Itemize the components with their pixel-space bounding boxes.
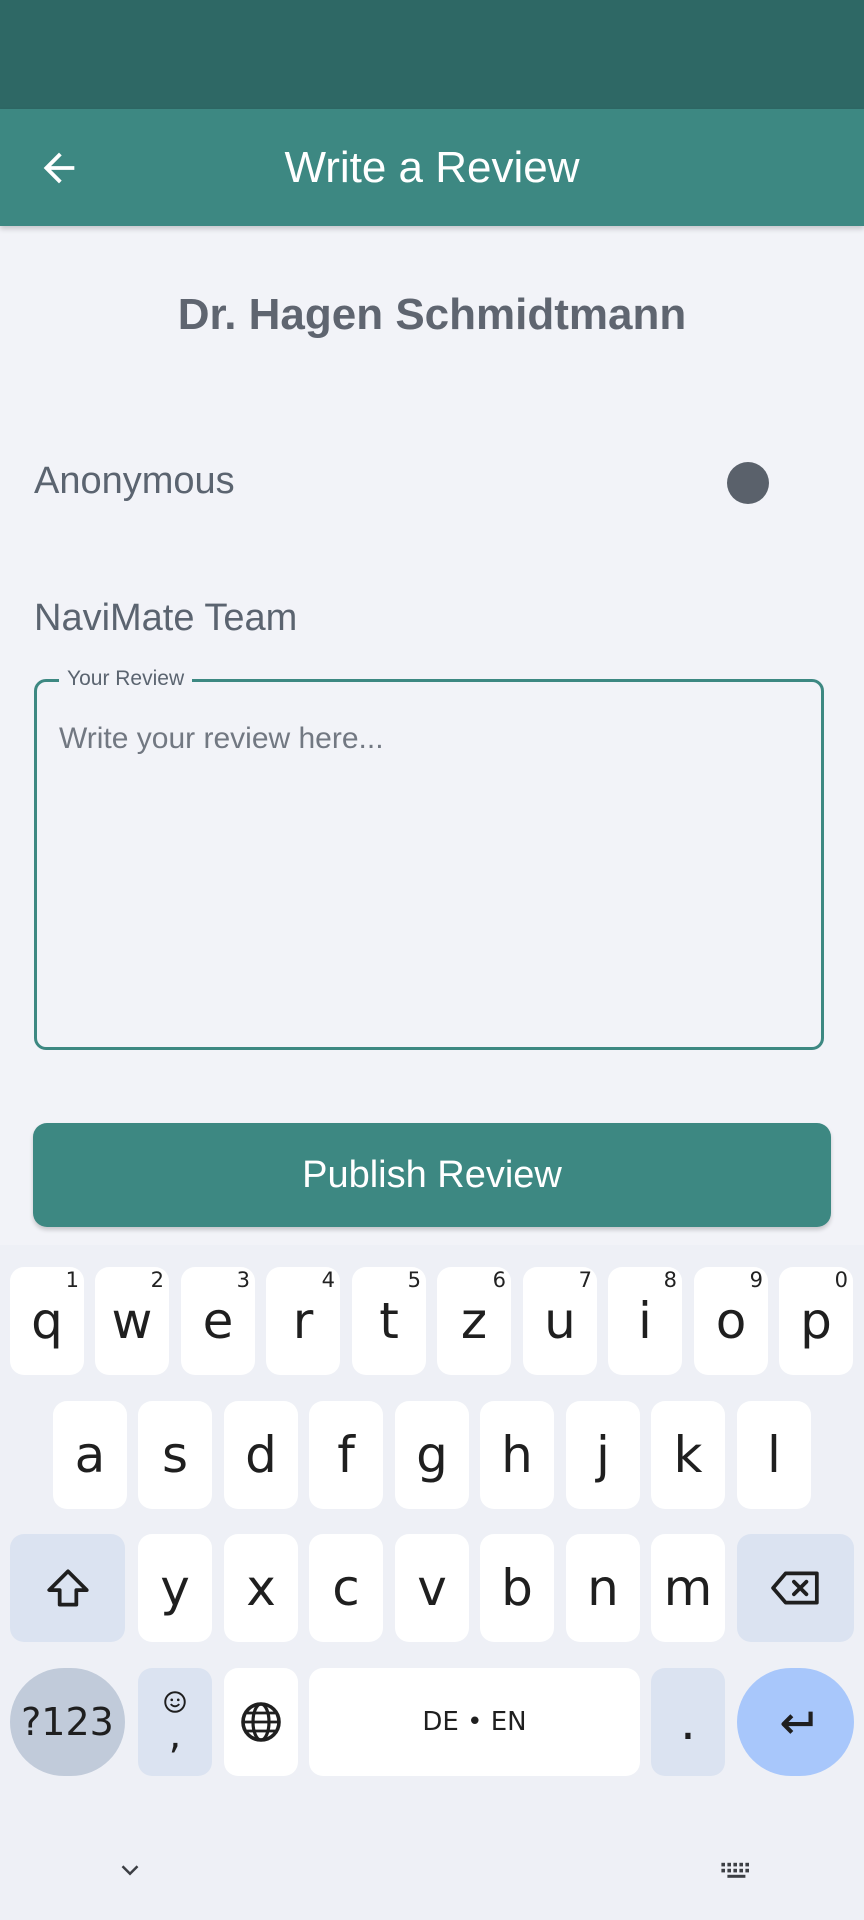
period-key[interactable]: .: [651, 1668, 725, 1776]
key-j[interactable]: j: [566, 1401, 640, 1509]
comma-label: ,: [168, 1712, 182, 1758]
key-hint: 2: [150, 1268, 164, 1292]
chevron-down-icon: [121, 1865, 139, 1876]
key-hint: 6: [492, 1268, 506, 1292]
key-y[interactable]: y: [138, 1534, 212, 1642]
toggle-thumb: [727, 462, 769, 504]
key-label: e: [202, 1292, 234, 1350]
key-f[interactable]: f: [309, 1401, 383, 1509]
key-c[interactable]: c: [309, 1534, 383, 1642]
key-n[interactable]: n: [566, 1534, 640, 1642]
symbols-key[interactable]: ?123: [10, 1668, 125, 1776]
page-title: Write a Review: [284, 143, 580, 192]
globe-icon: [241, 1702, 281, 1742]
hide-keyboard-button[interactable]: [105, 1845, 155, 1895]
backspace-key[interactable]: [737, 1534, 854, 1642]
key-k[interactable]: k: [651, 1401, 725, 1509]
key-hint: 8: [663, 1268, 677, 1292]
key-u[interactable]: u7: [523, 1267, 597, 1375]
review-placeholder: Write your review here...: [59, 722, 384, 755]
keyboard-switch-button[interactable]: [712, 1845, 762, 1895]
emoji-comma-key[interactable]: ,: [138, 1668, 212, 1776]
language-key[interactable]: [224, 1668, 298, 1776]
key-label: z: [460, 1292, 488, 1350]
key-o[interactable]: o9: [694, 1267, 768, 1375]
key-p[interactable]: p0: [779, 1267, 853, 1375]
shift-key[interactable]: [10, 1534, 125, 1642]
key-hint: 9: [749, 1268, 763, 1292]
publish-review-button[interactable]: Publish Review: [33, 1123, 831, 1227]
review-field-label: Your Review: [59, 667, 193, 691]
team-label: NaviMate Team: [34, 597, 298, 639]
key-hint: 5: [407, 1268, 421, 1292]
key-label: w: [111, 1292, 153, 1350]
key-r[interactable]: r4: [266, 1267, 340, 1375]
key-z[interactable]: z6: [437, 1267, 511, 1375]
key-d[interactable]: d: [224, 1401, 298, 1509]
app-bar: Write a Review: [0, 109, 864, 226]
space-key[interactable]: DE • EN: [309, 1668, 640, 1776]
key-g[interactable]: g: [395, 1401, 469, 1509]
key-l[interactable]: l: [737, 1401, 811, 1509]
key-i[interactable]: i8: [608, 1267, 682, 1375]
key-label: o: [715, 1292, 747, 1350]
key-label: p: [800, 1292, 832, 1350]
key-label: i: [638, 1292, 652, 1350]
key-s[interactable]: s: [138, 1401, 212, 1509]
key-m[interactable]: m: [651, 1534, 725, 1642]
key-label: u: [544, 1292, 576, 1350]
key-label: r: [292, 1292, 314, 1350]
key-h[interactable]: h: [480, 1401, 554, 1509]
key-hint: 4: [321, 1268, 335, 1292]
key-hint: 3: [236, 1268, 250, 1292]
key-hint: 0: [834, 1268, 848, 1292]
enter-key[interactable]: [737, 1668, 854, 1776]
status-bar: [0, 0, 864, 109]
anonymous-toggle[interactable]: [718, 454, 780, 510]
key-label: t: [379, 1292, 399, 1350]
arrow-left-icon: [43, 152, 75, 184]
enter-icon: [780, 1711, 813, 1734]
key-w[interactable]: w2: [95, 1267, 169, 1375]
review-textarea[interactable]: Your Review Write your review here...: [34, 667, 824, 1050]
key-hint: 1: [65, 1268, 79, 1292]
back-button[interactable]: [28, 137, 90, 199]
key-e[interactable]: e3: [181, 1267, 255, 1375]
doctor-name: Dr. Hagen Schmidtmann: [177, 290, 687, 339]
backspace-icon: [770, 1571, 819, 1605]
key-b[interactable]: b: [480, 1534, 554, 1642]
keyboard-icon: [721, 1862, 749, 1878]
key-label: q: [31, 1292, 63, 1350]
keyboard: q1 w2 e3 r4 t5 z6 u7 i8 o9 p0 a s d f g …: [0, 1245, 864, 1920]
key-a[interactable]: a: [53, 1401, 127, 1509]
shift-icon: [46, 1569, 89, 1607]
key-t[interactable]: t5: [352, 1267, 426, 1375]
anonymous-label: Anonymous: [34, 460, 235, 502]
key-q[interactable]: q1: [10, 1267, 84, 1375]
key-v[interactable]: v: [395, 1534, 469, 1642]
key-x[interactable]: x: [224, 1534, 298, 1642]
key-hint: 7: [578, 1268, 592, 1292]
